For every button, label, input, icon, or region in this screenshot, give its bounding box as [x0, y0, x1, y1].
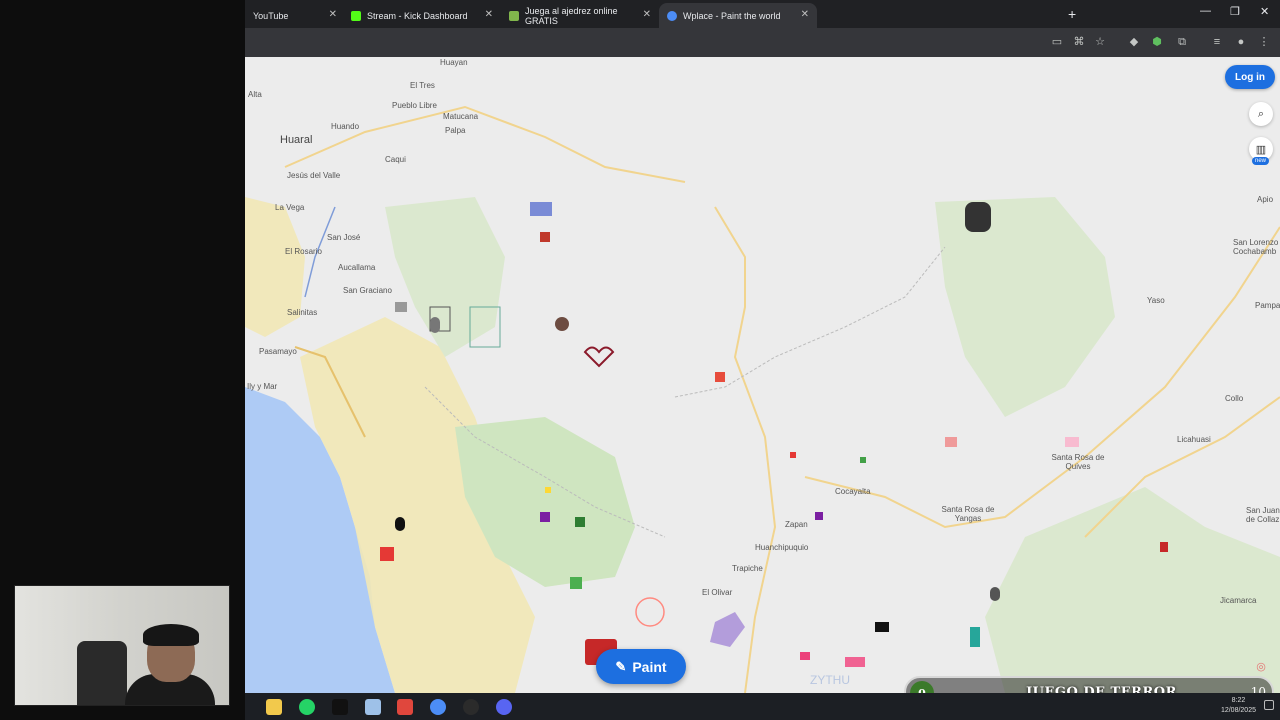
place-label: Pueblo Libre	[392, 101, 437, 110]
place-label: Huayan	[440, 58, 468, 67]
tab-title: Wplace - Paint the world	[683, 10, 781, 21]
maximize-button[interactable]: ❐	[1230, 5, 1240, 18]
bookmark-star-icon[interactable]: ☆	[1094, 36, 1106, 48]
place-label: Huaral	[280, 134, 313, 146]
place-label: Alta	[248, 90, 262, 99]
extension-diamond-icon[interactable]: ◆	[1128, 36, 1140, 48]
place-label: Salinitas	[287, 308, 318, 317]
place-label: Palpa	[445, 126, 466, 135]
close-icon[interactable]: ✕	[485, 9, 493, 20]
close-icon[interactable]: ✕	[643, 9, 651, 20]
webcam-feed	[14, 585, 230, 706]
profile-icon[interactable]: ●	[1235, 36, 1247, 48]
place-label: San Lorenzo Cochabamb	[1233, 238, 1279, 256]
chess-icon	[509, 10, 519, 21]
file-explorer-icon[interactable]	[266, 699, 282, 715]
translate-icon[interactable]: ⌘	[1073, 36, 1085, 48]
place-label: San José	[327, 233, 361, 242]
place-label: Santa Rosa de Quives	[1051, 453, 1105, 471]
place-label: Zapan	[785, 520, 808, 529]
paint-button[interactable]: ✎ Paint	[596, 649, 686, 684]
chrome-icon[interactable]	[430, 699, 446, 715]
taskbar-clock[interactable]: 8:22 12/08/2025	[1221, 696, 1256, 716]
tab-wplace[interactable]: Wplace - Paint the world ✕	[659, 3, 817, 28]
menu-kebab-icon[interactable]: ⋮	[1258, 36, 1270, 48]
place-label: Yaso	[1147, 296, 1165, 305]
place-label: Collo	[1225, 394, 1244, 403]
cast-icon[interactable]: ▭	[1051, 36, 1063, 48]
chair	[77, 641, 127, 705]
place-label: Apio	[1257, 195, 1274, 204]
browser-toolbar: ▭ ⌘ ☆ ◆ ⬢ ⧉ ≡ ● ⋮	[245, 28, 1280, 57]
discord-icon[interactable]	[496, 699, 512, 715]
close-icon[interactable]: ✕	[329, 9, 337, 20]
place-label: Ily y Mar	[247, 382, 278, 391]
place-label: San Graciano	[343, 286, 392, 295]
login-button[interactable]: Log in	[1225, 65, 1275, 89]
tiktok-icon[interactable]	[332, 699, 348, 715]
place-label: Pasamayo	[259, 347, 297, 356]
obs-icon[interactable]	[463, 699, 479, 715]
place-label: Cocayalta	[835, 487, 871, 496]
place-label: Caqui	[385, 155, 406, 164]
browser-tabbar: YouTube ✕ Stream - Kick Dashboard ✕ Jueg…	[245, 0, 1280, 28]
place-label: Huanchipuquio	[755, 543, 809, 552]
place-label: La Vega	[275, 203, 305, 212]
notes-icon[interactable]	[365, 699, 381, 715]
tab-youtube[interactable]: YouTube ✕	[245, 3, 345, 28]
notification-icon[interactable]	[1264, 700, 1274, 710]
close-icon[interactable]: ✕	[801, 9, 809, 20]
tab-kick[interactable]: Stream - Kick Dashboard ✕	[343, 3, 501, 28]
whatsapp-icon[interactable]	[299, 699, 315, 715]
location-icon[interactable]: ◎	[1249, 654, 1273, 678]
place-label: ZYTHU	[810, 673, 850, 687]
search-icon[interactable]: ⌕	[1249, 102, 1273, 126]
app-red-icon[interactable]	[397, 699, 413, 715]
extensions-puzzle-icon[interactable]: ⧉	[1176, 36, 1188, 48]
clock-time: 8:22	[1231, 697, 1246, 704]
tab-title: Juega al ajedrez online GRATIS	[525, 5, 618, 26]
minimize-button[interactable]: —	[1200, 5, 1211, 17]
media-icon[interactable]: ≡	[1211, 36, 1223, 48]
place-label: El Tres	[410, 81, 435, 90]
tab-title: Stream - Kick Dashboard	[367, 10, 468, 21]
plus-icon: +	[1068, 6, 1077, 22]
new-badge: new	[1252, 157, 1270, 165]
paint-label: Paint	[632, 658, 667, 675]
place-label: Licahuasi	[1177, 435, 1211, 444]
place-label: Jicamarca	[1220, 596, 1257, 605]
place-label: Jesús del Valle	[287, 171, 341, 180]
wplace-icon	[667, 10, 677, 21]
place-label: El Rosario	[285, 247, 322, 256]
clock-date: 12/08/2025	[1220, 707, 1256, 714]
shield-icon[interactable]: ⬢	[1151, 36, 1163, 48]
streamer-hair	[143, 624, 199, 646]
close-window-button[interactable]: ✕	[1260, 5, 1269, 18]
tab-chess[interactable]: Juega al ajedrez online GRATIS ✕	[501, 3, 659, 28]
place-label: Trapiche	[732, 564, 763, 573]
wplace-map-canvas[interactable]: Huayan El Tres Alta Pueblo Libre Matucan…	[245, 57, 1280, 693]
place-label: Matucana	[443, 112, 479, 121]
windows-taskbar: 8:22 12/08/2025	[245, 693, 1280, 720]
place-label: Santa Rosa de Yangas	[941, 505, 995, 523]
place-label: Aucallama	[338, 263, 376, 272]
brush-icon: ✎	[615, 658, 627, 674]
place-label: Huando	[331, 122, 360, 131]
new-tab-button[interactable]: +	[1068, 6, 1076, 22]
place-label: San Juan de Collaz	[1246, 506, 1280, 524]
place-label: El Olivar	[702, 588, 733, 597]
kick-icon	[351, 10, 361, 21]
map-base-layer	[245, 105, 1280, 693]
tab-title: YouTube	[253, 10, 289, 21]
place-label: Pampa	[1255, 301, 1280, 310]
